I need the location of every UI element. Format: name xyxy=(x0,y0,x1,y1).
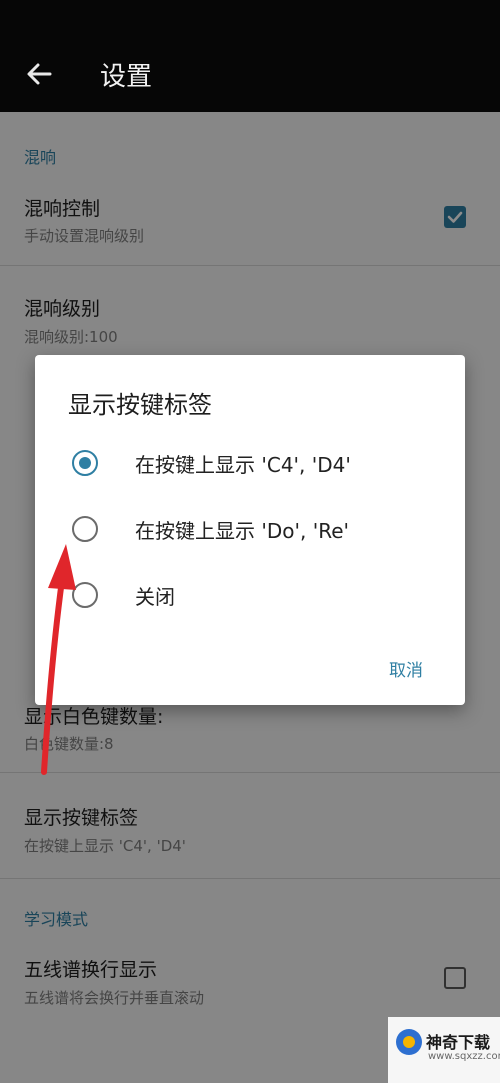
cancel-button[interactable]: 取消 xyxy=(389,656,423,681)
watermark-name: 神奇下载 xyxy=(426,1033,491,1052)
key-label-dialog: 显示按键标签 在按键上显示 'C4', 'D4' 在按键上显示 'Do', 'R… xyxy=(35,355,465,705)
app-bar: 设置 xyxy=(0,0,500,112)
option-label: 关闭 xyxy=(135,585,175,609)
watermark-logo-icon xyxy=(396,1029,422,1055)
settings-screen: 设置 混响 混响控制 手动设置混响级别 混响级别 混响级别:100 显示白色键数… xyxy=(0,0,500,1083)
dialog-title: 显示按键标签 xyxy=(68,391,212,419)
arrow-left-icon xyxy=(27,63,52,85)
option-off[interactable]: 关闭 xyxy=(35,563,465,627)
option-c4-d4[interactable]: 在按键上显示 'C4', 'D4' xyxy=(35,431,465,495)
watermark: 神奇下载 www.sqxzz.com xyxy=(388,1017,500,1083)
option-label: 在按键上显示 'Do', 'Re' xyxy=(135,519,350,543)
annotation-arrow-icon xyxy=(41,544,76,775)
radio-selected-icon[interactable] xyxy=(72,450,98,476)
option-do-re[interactable]: 在按键上显示 'Do', 'Re' xyxy=(35,497,465,561)
back-button[interactable] xyxy=(20,54,60,94)
watermark-url: www.sqxzz.com xyxy=(428,1051,500,1062)
page-title: 设置 xyxy=(100,62,153,92)
radio-unselected-icon[interactable] xyxy=(72,516,98,542)
option-label: 在按键上显示 'C4', 'D4' xyxy=(135,453,351,477)
